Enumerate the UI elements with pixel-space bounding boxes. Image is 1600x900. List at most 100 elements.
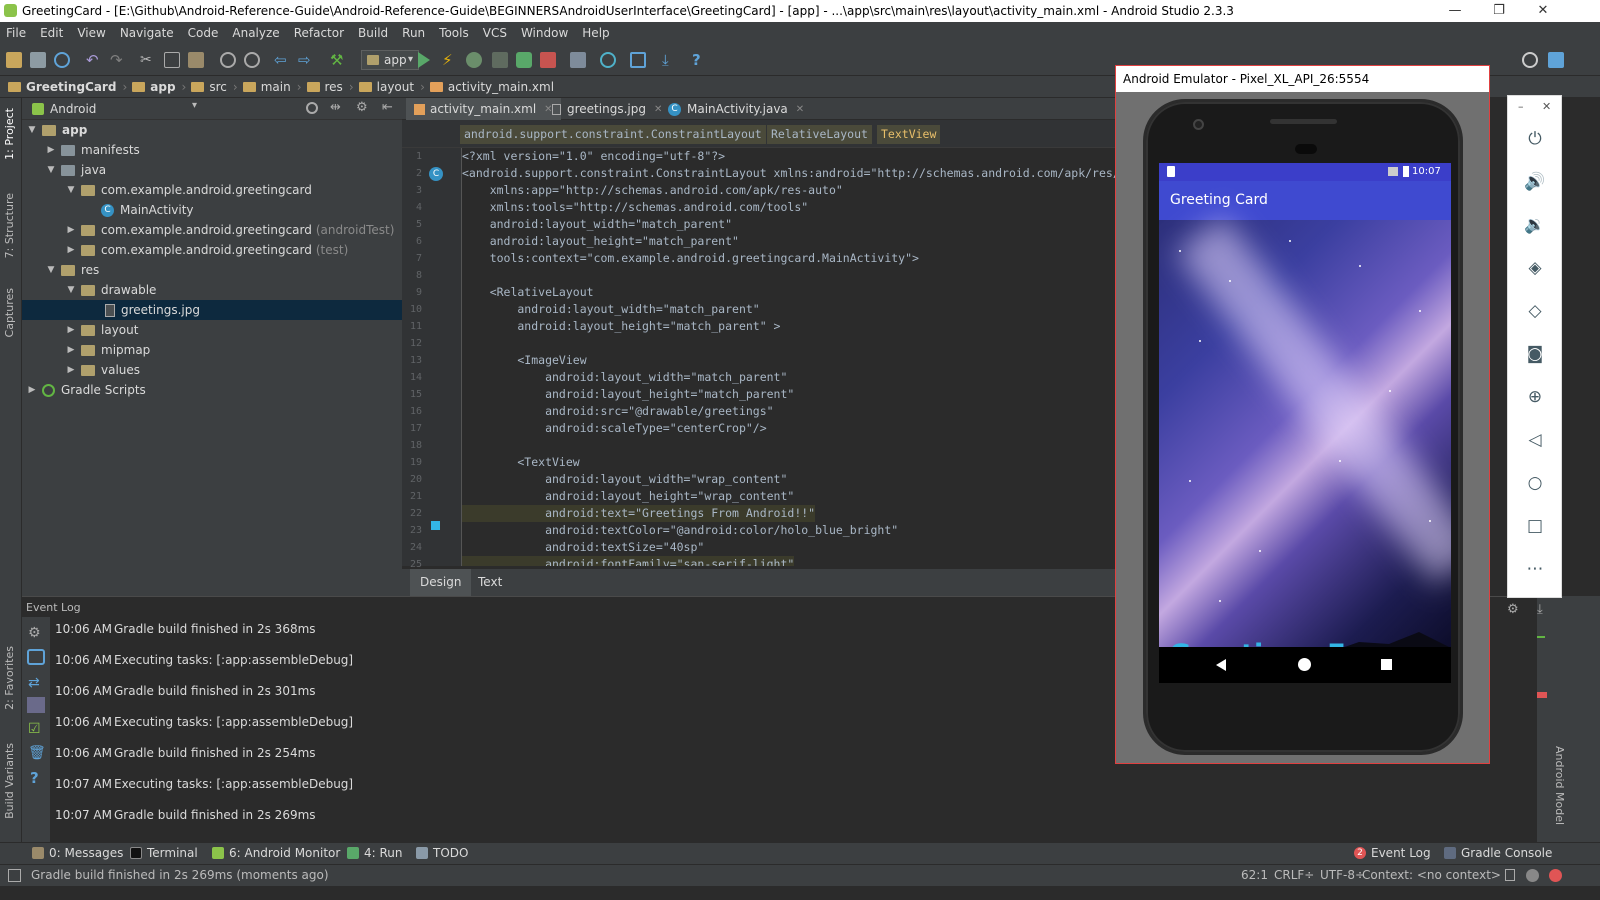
menu-window[interactable]: Window [521,26,568,40]
tree-item-manifests[interactable]: ▶ manifests [22,140,402,160]
tree-item-mipmap[interactable]: ▶ mipmap [22,340,402,360]
breadcrumb-app[interactable]: app › [132,80,191,94]
gear-icon[interactable]: ⚙ [356,100,368,115]
hide-panel-icon[interactable]: ⇤ [382,100,393,115]
coverage-icon[interactable] [492,52,508,68]
gradle-console-tool-tab[interactable]: Gradle Console [1444,846,1552,860]
tree-item-gradle-scripts[interactable]: ▶ Gradle Scripts [22,380,402,400]
tree-item-java[interactable]: ▼ java [22,160,402,180]
inspector-icon[interactable] [1526,869,1539,882]
expanded-arrow-icon[interactable]: ▼ [26,125,38,135]
tab-activity-main-xml[interactable]: activity_main.xml ✕ [406,98,561,120]
tree-item-package-test[interactable]: ▶ com.example.android.greetingcard (test) [22,240,402,260]
menu-refactor[interactable]: Refactor [294,26,344,40]
collapsed-arrow-icon[interactable]: ▶ [45,145,57,155]
menu-build[interactable]: Build [358,26,388,40]
nav-recents-icon[interactable] [1381,659,1392,670]
class-gutter-icon[interactable]: C [429,167,443,181]
tree-item-app[interactable]: ▼ app [22,120,402,140]
breadcrumb-layout[interactable]: layout › [358,80,430,94]
captures-tool-tab[interactable]: Captures [3,288,16,337]
avd-manager-icon[interactable] [570,52,586,68]
instant-run-icon[interactable]: ⚡ [442,52,458,68]
tab-greetings-jpg[interactable]: greetings.jpg ✕ [544,98,670,120]
event-log-tool-tab[interactable]: 2 Event Log [1354,846,1431,860]
copy-icon[interactable] [164,52,180,68]
attach-debugger-icon[interactable] [516,52,532,68]
expanded-arrow-icon[interactable]: ▼ [65,285,77,295]
scroll-from-source-icon[interactable] [306,102,318,114]
message-icon[interactable] [27,649,45,665]
tree-item-package[interactable]: ▼ com.example.android.greetingcard [22,180,402,200]
filter-icon[interactable] [27,697,45,713]
tab-design[interactable]: Design [410,569,472,596]
mark-read-icon[interactable]: ☑ [28,721,41,737]
collapsed-arrow-icon[interactable]: ▶ [65,225,77,235]
tree-item-mainactivity[interactable]: C MainActivity [22,200,402,220]
favorites-tool-tab[interactable]: 2: Favorites [3,646,16,710]
find-icon[interactable] [220,52,236,68]
menu-run[interactable]: Run [402,26,425,40]
sync-gradle-icon[interactable] [600,52,616,68]
nav-home-icon[interactable] [1298,658,1311,671]
menu-help[interactable]: Help [582,26,609,40]
screenshot-icon[interactable]: ◙ [1522,341,1548,367]
collapsed-arrow-icon[interactable]: ▶ [65,365,77,375]
sync-icon[interactable] [54,52,70,68]
expanded-arrow-icon[interactable]: ▼ [45,165,57,175]
menu-code[interactable]: Code [188,26,219,40]
close-tab-icon[interactable]: ✕ [796,104,804,115]
volume-down-icon[interactable]: 🔉 [1522,212,1548,238]
settings-icon[interactable]: ⚙ [28,625,41,641]
tab-text[interactable]: Text [468,569,512,596]
overview-icon[interactable]: □ [1522,513,1548,539]
phone-screen[interactable]: 10:07 Greeting Card Greeti [1159,163,1451,683]
home-icon[interactable]: ○ [1522,470,1548,496]
emulator-close-button[interactable]: ✕ [1542,100,1551,113]
rotate-left-icon[interactable]: ◈ [1522,255,1548,281]
run-tool-tab[interactable]: 4: Run [347,846,403,860]
toggle-tool-windows-icon[interactable] [8,869,21,882]
sdk-manager-icon[interactable]: ⤓ [662,52,678,68]
undo-icon[interactable]: ↶ [86,52,102,68]
xml-crumb-constraintlayout[interactable]: android.support.constraint.ConstraintLay… [460,125,766,144]
file-encoding[interactable]: UTF-8÷ [1320,868,1365,882]
tree-item-layout[interactable]: ▶ layout [22,320,402,340]
android-monitor-tool-tab[interactable]: 6: Android Monitor [212,846,340,860]
menu-navigate[interactable]: Navigate [120,26,174,40]
project-structure-icon[interactable] [630,52,646,68]
collapsed-arrow-icon[interactable]: ▶ [26,385,38,395]
messages-tool-tab[interactable]: 0: Messages [32,846,123,860]
help-icon[interactable]: ? [692,52,708,68]
back-icon[interactable]: ⇦ [274,52,290,68]
forward-icon[interactable]: ⇨ [298,52,314,68]
breadcrumb-res[interactable]: res › [306,80,359,94]
cursor-position[interactable]: 62:1 [1241,868,1268,882]
tree-item-res[interactable]: ▼ res [22,260,402,280]
expanded-arrow-icon[interactable]: ▼ [45,265,57,275]
emulator-minimize-button[interactable]: – [1518,100,1524,113]
rotate-right-icon[interactable]: ◇ [1522,298,1548,324]
open-folder-icon[interactable] [6,52,22,68]
help-icon[interactable]: ? [30,769,39,787]
restore-button[interactable]: ❐ [1476,0,1522,22]
line-separator[interactable]: CRLF÷ [1274,868,1314,882]
power-icon[interactable]: ⏻ [1522,126,1548,152]
project-tool-tab[interactable]: 1: Project [3,108,16,160]
breadcrumb-main[interactable]: main › [242,80,307,94]
debug-icon[interactable] [466,52,482,68]
collapsed-arrow-icon[interactable]: ▶ [65,325,77,335]
hide-panel-icon[interactable]: ⤓ [1537,602,1543,617]
code-area[interactable]: <?xml version="1.0" encoding="utf-8"?> <… [462,148,1115,566]
menu-vcs[interactable]: VCS [483,26,507,40]
save-all-icon[interactable] [30,52,46,68]
tree-item-values[interactable]: ▶ values [22,360,402,380]
paste-icon[interactable] [188,52,204,68]
menu-tools[interactable]: Tools [439,26,469,40]
menu-file[interactable]: File [6,26,26,40]
breadcrumb-project[interactable]: GreetingCard › [8,80,132,94]
user-icon[interactable] [1548,52,1564,68]
structure-tool-tab[interactable]: 7: Structure [3,193,16,258]
collapse-all-icon[interactable]: ⇹ [330,100,341,115]
todo-tool-tab[interactable]: TODO [416,846,468,860]
